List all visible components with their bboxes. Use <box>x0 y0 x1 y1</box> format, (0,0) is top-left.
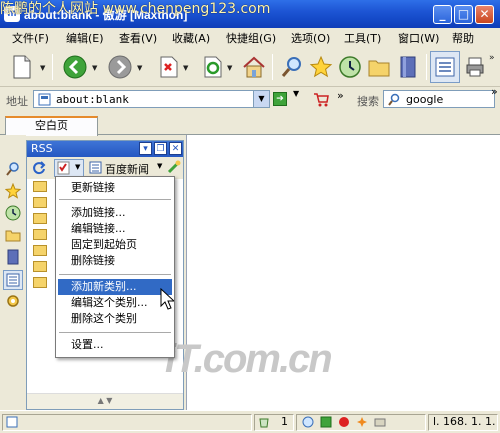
menu-divider <box>59 199 171 200</box>
feed-options-button[interactable]: ▼ <box>54 159 84 177</box>
menu-favorites[interactable]: 收藏(A) <box>172 30 210 46</box>
folder-icon[interactable] <box>365 53 393 81</box>
book-icon[interactable] <box>5 249 21 265</box>
rss-folder-icon[interactable] <box>33 181 47 192</box>
status-count: 1 <box>281 415 288 428</box>
tab-blank[interactable]: 空白页 <box>5 116 98 136</box>
folder-icon[interactable] <box>5 227 21 243</box>
menu-divider <box>59 332 171 333</box>
menu-window[interactable]: 窗口(W) <box>398 30 439 46</box>
print-icon[interactable] <box>462 53 490 81</box>
title-bar[interactable]: m about:blank - 傲游 [Maxthon] 陈鹏的个人网站 www… <box>0 0 500 28</box>
checklist-icon <box>57 161 70 175</box>
refresh-feed-icon[interactable] <box>32 161 46 178</box>
add-feed-icon[interactable] <box>167 160 181 177</box>
status-bar: 1 l. 168. 1. 1. <box>0 410 500 433</box>
flash-icon[interactable] <box>356 416 368 428</box>
address-value: about:blank <box>56 93 129 106</box>
rss-folder-icon[interactable] <box>33 197 47 208</box>
menu-item-add-category[interactable]: 添加新类别... <box>58 279 172 295</box>
address-dropdown-icon[interactable]: ▼ <box>253 91 269 107</box>
new-page-icon[interactable] <box>8 53 36 81</box>
panel-menu-icon[interactable]: ▾ <box>139 142 152 155</box>
rss-folder-icon[interactable] <box>33 261 47 272</box>
menu-item-pin-to-start[interactable]: 固定到起始页 <box>58 237 172 253</box>
panel-scroll-arrows[interactable]: ▲ ▼ <box>27 393 183 409</box>
rss-panel-title: RSS <box>31 142 53 155</box>
side-icon-strip <box>0 135 26 410</box>
status-ip: l. 168. 1. 1. <box>433 415 496 428</box>
context-menu: 更新链接 添加链接... 编辑链接... 固定到起始页 删除链接 添加新类别..… <box>55 176 175 358</box>
home-icon[interactable] <box>240 53 268 81</box>
chevron-down-icon: ▼ <box>75 163 81 171</box>
search-icon[interactable] <box>278 53 306 81</box>
proxy-icon[interactable] <box>374 416 386 428</box>
search-engine-icon <box>388 93 400 106</box>
favorites-star-icon[interactable] <box>307 53 335 81</box>
menu-tools[interactable]: 工具(T) <box>344 30 381 46</box>
recycle-bin-icon[interactable] <box>258 416 270 428</box>
plugin-gear-icon[interactable] <box>5 293 21 309</box>
address-input[interactable]: about:blank ▼ <box>33 90 270 108</box>
page-icon <box>38 93 51 106</box>
sidebar-list-icon[interactable] <box>430 51 460 83</box>
shop-icon[interactable] <box>313 91 329 107</box>
refresh-icon[interactable] <box>199 53 227 81</box>
search-input[interactable]: google <box>383 90 495 108</box>
history-icon[interactable] <box>5 205 21 221</box>
menu-edit[interactable]: 编辑(E) <box>66 30 104 46</box>
menu-item-delete-link[interactable]: 删除链接 <box>58 253 172 269</box>
maximize-button[interactable]: □ <box>454 5 473 24</box>
mouse-cursor-icon <box>160 288 174 310</box>
site-logo: iT.com.cn <box>165 337 333 381</box>
close-button[interactable]: ✕ <box>475 5 494 24</box>
feed-selector[interactable]: 百度新闻 <box>105 161 149 177</box>
menu-divider <box>59 274 171 275</box>
sidebar-list-icon[interactable] <box>3 270 23 290</box>
menu-item-delete-category[interactable]: 删除这个类别 <box>58 311 172 327</box>
search-value: google <box>406 93 444 106</box>
forward-icon[interactable] <box>106 53 134 81</box>
address-label: 地址 <box>6 95 28 108</box>
rss-folder-icon[interactable] <box>33 277 47 288</box>
minimize-button[interactable]: _ <box>433 5 452 24</box>
menu-help[interactable]: 帮助 <box>452 30 474 46</box>
menu-groups[interactable]: 快捷组(G) <box>226 30 276 46</box>
tab-strip: 空白页 <box>0 111 500 136</box>
favorites-star-icon[interactable] <box>5 183 21 199</box>
panel-close-icon[interactable]: ✕ <box>169 142 182 155</box>
address-bar: 地址 about:blank ▼ ➔ ▼ » 搜索 google » <box>0 85 500 111</box>
rss-folder-icon[interactable] <box>33 213 47 224</box>
chevron-down-icon[interactable]: ▼ <box>157 162 162 170</box>
rss-folder-icon[interactable] <box>33 229 47 240</box>
search-icon[interactable] <box>5 161 21 177</box>
book-icon[interactable] <box>394 53 422 81</box>
feed-list-icon <box>89 161 102 177</box>
panel-float-icon[interactable]: ❐ <box>154 142 167 155</box>
menu-item-update-links[interactable]: 更新链接 <box>58 180 172 196</box>
menu-item-settings[interactable]: 设置... <box>58 337 172 353</box>
menu-options[interactable]: 选项(O) <box>291 30 330 46</box>
menu-file[interactable]: 文件(F) <box>12 30 49 46</box>
image-toggle-icon[interactable] <box>320 416 332 428</box>
status-page-icon <box>6 416 18 428</box>
back-icon[interactable] <box>61 53 89 81</box>
go-icon[interactable]: ➔ <box>273 92 287 106</box>
rss-folder-icon[interactable] <box>33 245 47 256</box>
script-icon[interactable] <box>302 416 314 428</box>
site-watermark: 陈鹏的个人网站 www.chenpeng123.com <box>0 1 271 17</box>
history-icon[interactable] <box>336 53 364 81</box>
popup-block-icon[interactable] <box>338 416 350 428</box>
search-label: 搜索 <box>357 95 379 108</box>
menu-bar: 文件(F) 编辑(E) 查看(V) 收藏(A) 快捷组(G) 选项(O) 工具(… <box>0 28 500 47</box>
main-toolbar: ▼ ▼ ▼ ▼ ▼ » <box>0 47 500 87</box>
menu-item-add-link[interactable]: 添加链接... <box>58 205 172 221</box>
menu-item-edit-category[interactable]: 编辑这个类别... <box>58 295 172 311</box>
stop-icon[interactable] <box>155 53 183 81</box>
menu-view[interactable]: 查看(V) <box>119 30 157 46</box>
menu-item-edit-link[interactable]: 编辑链接... <box>58 221 172 237</box>
rss-panel-header: RSS ▾ ❐ ✕ <box>27 141 183 157</box>
